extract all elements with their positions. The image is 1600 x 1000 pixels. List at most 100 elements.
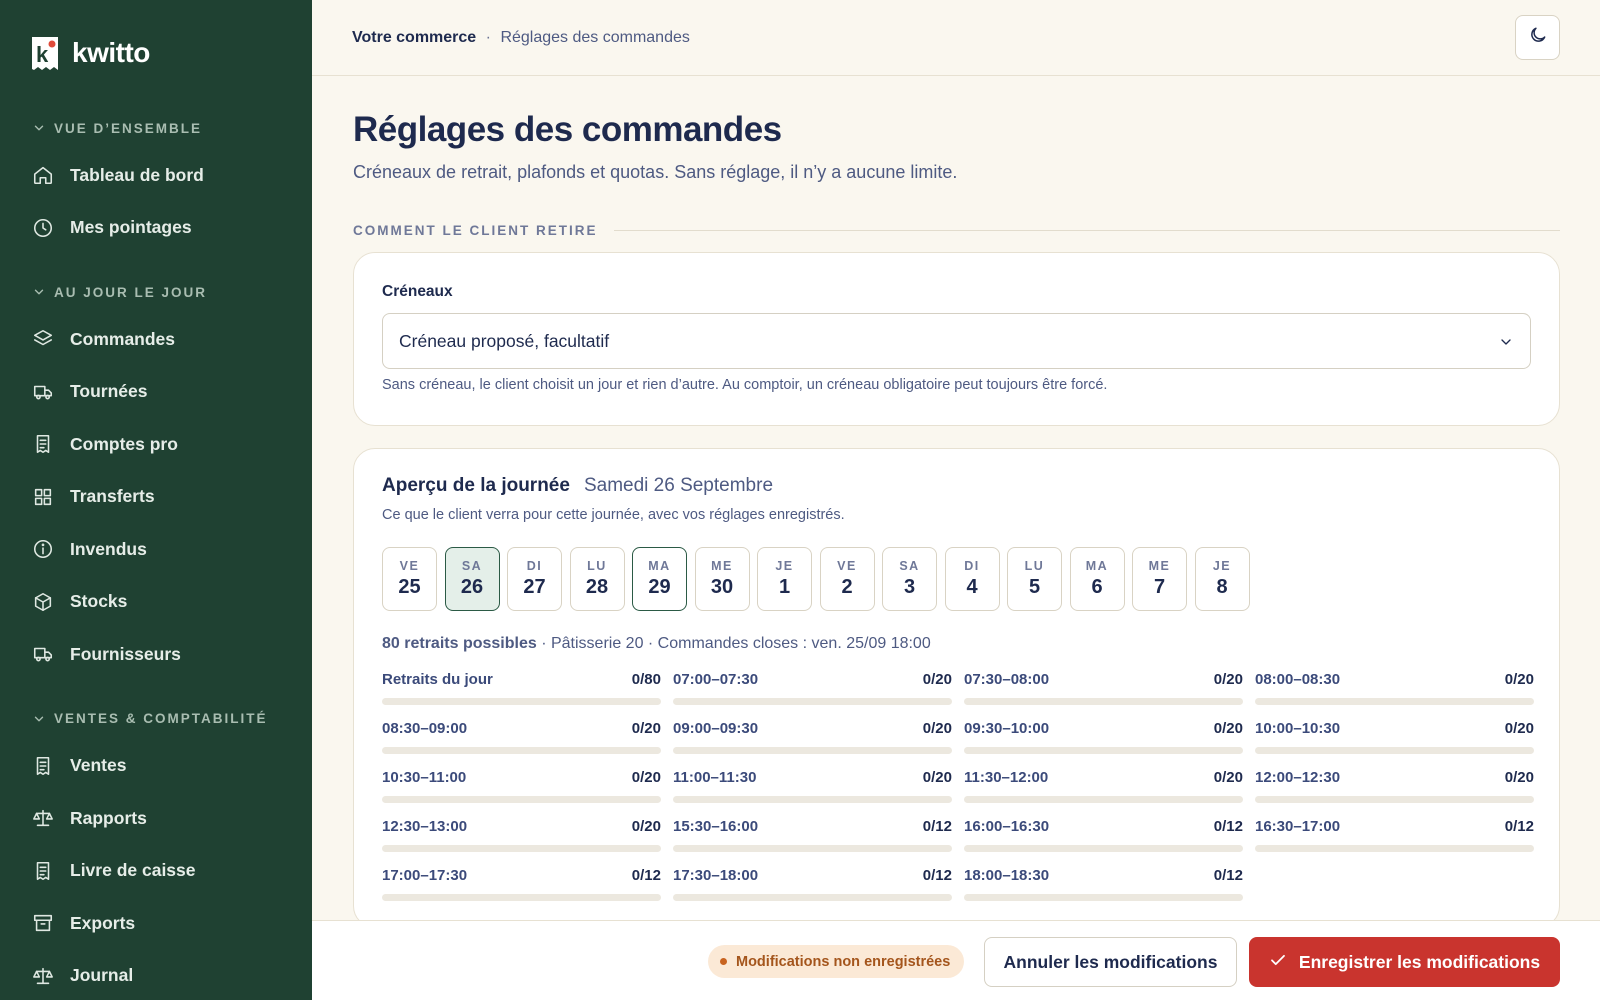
sidebar-item-label: Comptes pro bbox=[70, 433, 178, 454]
sidebar-item-journal[interactable]: Journal bbox=[0, 950, 312, 1000]
day-chip[interactable]: DI 27 bbox=[507, 547, 562, 611]
slot-count: 0/20 bbox=[922, 720, 952, 737]
day-chip[interactable]: JE 1 bbox=[757, 547, 812, 611]
sidebar-item-livre-de-caisse[interactable]: Livre de caisse bbox=[0, 845, 312, 898]
slot-label: 07:00–07:30 bbox=[673, 671, 759, 688]
slot-grid: Retraits du jour 0/80 07:00–07:30 0/20 07:30… bbox=[382, 671, 1534, 916]
slot-progress-bar bbox=[964, 698, 1243, 705]
breadcrumb-current: Réglages des commandes bbox=[500, 28, 690, 46]
day-number: 28 bbox=[585, 576, 609, 598]
slot-count: 0/20 bbox=[1504, 720, 1534, 737]
slot-item: 10:30–11:00 0/20 bbox=[382, 769, 661, 818]
slot-item: 15:30–16:00 0/12 bbox=[673, 818, 952, 867]
day-chip[interactable]: VE 2 bbox=[819, 547, 875, 611]
sidebar-item-transferts[interactable]: Transferts bbox=[0, 471, 312, 524]
day-number: 27 bbox=[523, 576, 546, 598]
sidebar-item-label: Stocks bbox=[70, 591, 128, 612]
sidebar-item-exports[interactable]: Exports bbox=[0, 897, 312, 950]
day-number: 26 bbox=[460, 576, 484, 598]
truck-icon bbox=[32, 381, 54, 403]
day-chip[interactable]: ME 7 bbox=[1132, 547, 1187, 611]
slot-item: 08:00–08:30 0/20 bbox=[1255, 671, 1534, 720]
slot-label: 15:30–16:00 bbox=[673, 818, 759, 835]
day-name: VE bbox=[399, 559, 420, 573]
day-name: ME bbox=[1148, 559, 1171, 573]
creneaux-select[interactable]: Créneau proposé, facultatif bbox=[382, 313, 1531, 369]
sidebar: k kwitto VUE D’ENSEMBLE Tableau de bord Me… bbox=[0, 0, 312, 1000]
unsaved-text: Modifications non enregistrées bbox=[736, 953, 951, 970]
sidebar-item-label: Rapports bbox=[70, 807, 147, 828]
slot-count: 0/12 bbox=[1213, 867, 1243, 884]
brand[interactable]: k kwitto bbox=[0, 0, 312, 106]
sidebar-item-label: Journal bbox=[70, 965, 134, 986]
cancel-button[interactable]: Annuler les modifications bbox=[984, 937, 1237, 987]
day-name: VE bbox=[837, 559, 857, 573]
day-name: ME bbox=[711, 559, 733, 573]
slot-count: 0/12 bbox=[1504, 818, 1534, 835]
day-chip[interactable]: MA 6 bbox=[1069, 547, 1125, 611]
theme-toggle-button[interactable] bbox=[1515, 15, 1560, 60]
section-label-text: COMMENT LE CLIENT RETIRE bbox=[353, 223, 598, 238]
day-chip[interactable]: LU 28 bbox=[569, 547, 625, 611]
day-number: 25 bbox=[398, 576, 421, 598]
slot-label: 09:00–09:30 bbox=[673, 720, 759, 737]
sidebar-nav: VUE D’ENSEMBLE Tableau de bord Mes pointag… bbox=[0, 112, 312, 1000]
sidebar-item-commandes[interactable]: Commandes bbox=[0, 313, 312, 366]
day-name: MA bbox=[1085, 559, 1109, 573]
day-chip[interactable]: SA 26 bbox=[444, 547, 500, 611]
day-number: 6 bbox=[1091, 576, 1103, 598]
sidebar-item-comptes-pro[interactable]: Comptes pro bbox=[0, 418, 312, 471]
sidebar-item-stocks[interactable]: Stocks bbox=[0, 576, 312, 629]
page-subtitle: Créneaux de retrait, plafonds et quotas.… bbox=[353, 162, 958, 182]
layers-icon bbox=[32, 328, 54, 350]
breadcrumb-root[interactable]: Votre commerce bbox=[352, 29, 476, 46]
slot-progress-bar bbox=[964, 845, 1243, 852]
truck-icon bbox=[32, 643, 54, 665]
slot-item: 07:30–08:00 0/20 bbox=[964, 671, 1243, 720]
slot-count: 0/20 bbox=[631, 720, 661, 737]
slot-progress-bar bbox=[964, 796, 1243, 803]
save-button[interactable]: Enregistrer les modifications bbox=[1249, 937, 1560, 987]
slot-count: 0/20 bbox=[922, 769, 952, 786]
save-label: Enregistrer les modifications bbox=[1298, 951, 1541, 972]
sidebar-section-ventes-comptabilite[interactable]: VENTES & COMPTABILITÉ bbox=[0, 703, 312, 735]
slot-label: 11:00–11:30 bbox=[673, 769, 757, 786]
chevron-down-icon bbox=[32, 285, 46, 299]
sidebar-item-invendus[interactable]: Invendus bbox=[0, 523, 312, 576]
sidebar-item-tableau-de-bord[interactable]: Tableau de bord bbox=[0, 149, 312, 202]
slot-progress-bar bbox=[382, 796, 661, 803]
sidebar-item-mes-pointages[interactable]: Mes pointages bbox=[0, 202, 312, 255]
unsaved-dot-icon bbox=[720, 958, 727, 965]
sidebar-item-label: Livre de caisse bbox=[70, 860, 196, 881]
sidebar-item-fournisseurs[interactable]: Fournisseurs bbox=[0, 628, 312, 681]
slot-label: 16:30–17:00 bbox=[1255, 818, 1341, 835]
page-title: Réglages des commandes bbox=[353, 110, 782, 149]
slot-progress-bar bbox=[673, 698, 952, 705]
slot-item: 09:30–10:00 0/20 bbox=[964, 720, 1243, 769]
slot-count: 0/20 bbox=[922, 671, 952, 688]
day-chip[interactable]: ME 30 bbox=[694, 547, 750, 611]
sidebar-item-ventes[interactable]: Ventes bbox=[0, 740, 312, 793]
slot-label: 17:00–17:30 bbox=[382, 867, 468, 884]
sidebar-item-rapports[interactable]: Rapports bbox=[0, 792, 312, 845]
day-chip[interactable]: MA 29 bbox=[632, 547, 687, 611]
slot-count: 0/20 bbox=[1213, 769, 1243, 786]
day-chip[interactable]: DI 4 bbox=[944, 547, 1000, 611]
day-chip[interactable]: VE 25 bbox=[382, 547, 437, 611]
day-name: LU bbox=[1024, 559, 1045, 573]
day-chip[interactable]: JE 8 bbox=[1194, 547, 1250, 611]
slot-item: 07:00–07:30 0/20 bbox=[673, 671, 952, 720]
day-picker: VE 25 SA 26 DI 27 LU 28 MA 29 ME 30 JE 1 VE 2 SA 3 DI 4 LU 5 M… bbox=[382, 547, 1531, 611]
sidebar-section-au-jour-le-jour[interactable]: AU JOUR LE JOUR bbox=[0, 276, 312, 308]
slot-item: 12:30–13:00 0/20 bbox=[382, 818, 661, 867]
day-chip[interactable]: LU 5 bbox=[1007, 547, 1062, 611]
day-chip[interactable]: SA 3 bbox=[882, 547, 937, 611]
sidebar-item-tournees[interactable]: Tournées bbox=[0, 366, 312, 419]
slot-progress-bar bbox=[382, 698, 661, 705]
slot-progress-bar bbox=[673, 894, 952, 901]
apercu-title: Aperçu de la journée bbox=[382, 475, 570, 496]
slot-count: 0/12 bbox=[1213, 818, 1243, 835]
day-number: 2 bbox=[841, 576, 853, 598]
day-number: 8 bbox=[1216, 576, 1228, 598]
sidebar-section-vue-d-ensemble[interactable]: VUE D’ENSEMBLE bbox=[0, 112, 312, 144]
